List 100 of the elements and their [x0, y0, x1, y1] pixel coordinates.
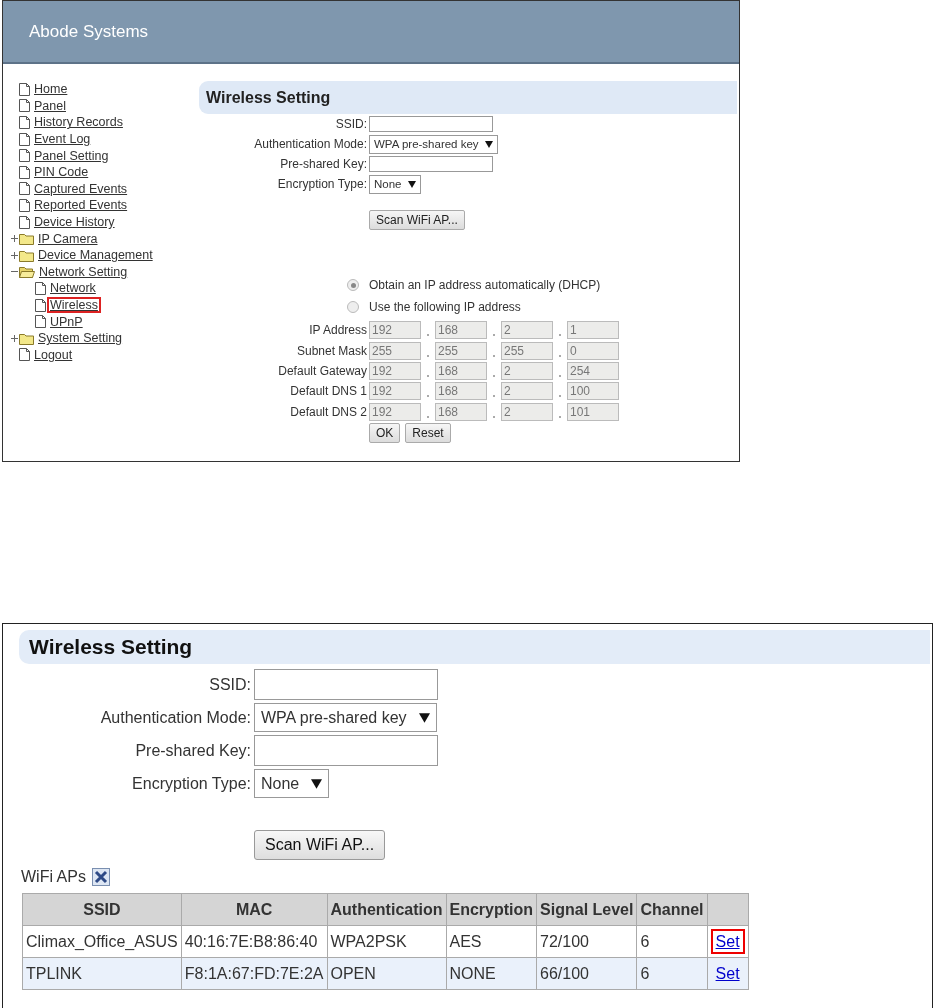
- column-header: Signal Level: [536, 893, 637, 926]
- table-cell: 6: [636, 957, 708, 990]
- page-icon: [35, 315, 46, 329]
- dot-separator: [493, 354, 495, 357]
- input-field[interactable]: [254, 669, 438, 700]
- dot-separator: [427, 354, 429, 357]
- field-label: Encryption Type:: [276, 177, 368, 191]
- site-title: Abode Systems: [29, 21, 149, 42]
- sidebar-item[interactable]: Network Setting: [36, 263, 131, 280]
- scan-button[interactable]: Scan WiFi AP...: [254, 830, 386, 860]
- folder-icon: [19, 331, 34, 345]
- caret-icon: [484, 140, 493, 148]
- field-label: SSID:: [334, 117, 368, 131]
- list-label: WiFi APs: [21, 868, 86, 886]
- radio-button[interactable]: [347, 301, 359, 313]
- field-label: Encryption Type:: [131, 774, 252, 793]
- set-link[interactable]: Set: [710, 928, 745, 954]
- field-label: Pre-shared Key:: [279, 157, 368, 171]
- open-folder-icon: [19, 265, 35, 279]
- dot-separator: [559, 395, 561, 398]
- field-label: Authentication Mode:: [99, 708, 252, 727]
- sidebar-item[interactable]: Panel Setting: [31, 147, 112, 164]
- table-cell: TPLINK: [22, 957, 182, 990]
- sidebar-item[interactable]: Panel: [31, 97, 69, 114]
- dot-separator: [427, 334, 429, 337]
- sidebar-item[interactable]: Reported Events: [31, 197, 131, 214]
- folder-icon: [19, 248, 34, 262]
- dropdown[interactable]: WPA pre-shared key: [254, 703, 437, 732]
- sidebar-item[interactable]: PIN Code: [31, 164, 92, 181]
- table-cell: OPEN: [327, 957, 446, 990]
- page-icon: [19, 82, 30, 96]
- folder-icon: [19, 232, 34, 246]
- field-label: Default Gateway: [277, 363, 368, 378]
- plus-icon[interactable]: [10, 235, 18, 243]
- page-icon: [19, 99, 30, 113]
- plus-icon[interactable]: [10, 251, 18, 259]
- input-field[interactable]: [369, 156, 493, 172]
- sidebar-item[interactable]: Home: [31, 81, 71, 98]
- dot-separator: [427, 395, 429, 398]
- sidebar-item[interactable]: Device History: [31, 214, 118, 231]
- page-icon: [35, 281, 46, 295]
- form-button[interactable]: OK: [369, 422, 401, 443]
- column-header: Channel: [636, 893, 708, 926]
- table-cell: AES: [446, 925, 537, 958]
- dropdown[interactable]: None: [254, 769, 330, 798]
- field-label: Default DNS 2: [289, 404, 368, 419]
- table-cell: 72/100: [536, 925, 637, 958]
- sidebar-item[interactable]: Device Management: [35, 247, 156, 264]
- column-header: SSID: [22, 893, 182, 926]
- page-icon: [35, 298, 46, 312]
- dot-separator: [427, 415, 429, 418]
- sidebar-item[interactable]: System Setting: [35, 330, 126, 347]
- table-cell: 66/100: [536, 957, 637, 990]
- close-icon[interactable]: [91, 868, 110, 886]
- scan-button[interactable]: Scan WiFi AP...: [369, 210, 465, 230]
- sidebar-item[interactable]: IP Camera: [35, 230, 101, 247]
- dropdown[interactable]: None: [369, 174, 421, 194]
- page-icon: [19, 165, 30, 179]
- form-button[interactable]: Reset: [405, 422, 451, 443]
- caret-icon: [418, 712, 430, 723]
- caret-icon: [311, 778, 323, 789]
- caret-icon: [407, 180, 416, 188]
- page-icon: [19, 132, 30, 146]
- sidebar-item[interactable]: Event Log: [31, 131, 94, 148]
- page-icon: [19, 116, 30, 129]
- field-label: Pre-shared Key:: [134, 741, 252, 760]
- dot-separator: [559, 415, 561, 418]
- page-icon: [19, 149, 30, 163]
- field-label: IP Address: [308, 323, 368, 338]
- table-cell: 40:16:7E:B8:86:40: [181, 925, 327, 958]
- sidebar-item[interactable]: UPnP: [47, 313, 86, 330]
- section-title: Wireless Setting: [19, 630, 930, 664]
- dot-separator: [559, 334, 561, 337]
- plus-icon[interactable]: [10, 334, 18, 342]
- radio-button[interactable]: [347, 279, 359, 291]
- sidebar-item[interactable]: Wireless: [47, 297, 101, 313]
- table-cell: NONE: [446, 957, 537, 990]
- page-icon: [19, 215, 30, 229]
- radio-label: Use the following IP address: [369, 300, 521, 314]
- input-field[interactable]: [369, 116, 493, 132]
- dot-separator: [559, 354, 561, 357]
- section-title: Wireless Setting: [199, 81, 737, 114]
- sidebar-item[interactable]: Logout: [31, 346, 76, 363]
- field-label: SSID:: [208, 675, 252, 694]
- dot-separator: [427, 374, 429, 377]
- field-label: Authentication Mode:: [253, 137, 368, 151]
- sidebar-item[interactable]: History Records: [31, 114, 126, 131]
- field-label: Default DNS 1: [289, 384, 368, 399]
- table-cell: F8:1A:67:FD:7E:2A: [181, 957, 327, 990]
- sidebar-item[interactable]: Network: [47, 280, 99, 297]
- dot-separator: [493, 415, 495, 418]
- dropdown[interactable]: WPA pre-shared key: [369, 134, 498, 154]
- sidebar-item[interactable]: Captured Events: [31, 180, 131, 197]
- table-cell: Climax_Office_ASUS: [22, 925, 182, 958]
- column-header: Encryption: [446, 893, 537, 926]
- page-icon: [19, 198, 30, 212]
- page-icon: [19, 348, 30, 362]
- input-field[interactable]: [254, 735, 438, 766]
- radio-label: Obtain an IP address automatically (DHCP): [369, 278, 601, 292]
- dot-separator: [493, 334, 495, 337]
